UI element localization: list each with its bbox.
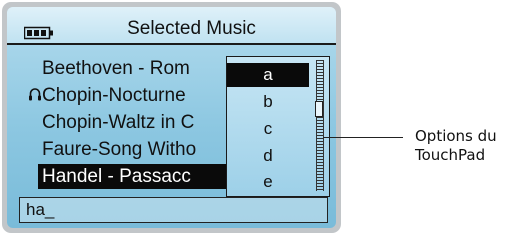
options-scrollbar[interactable] [316,60,324,191]
title-divider [7,43,336,45]
options-scroll-thumb[interactable] [315,101,323,117]
callout-line-2: TouchPad [415,146,486,164]
callout-label: Options du TouchPad [415,127,497,165]
device-screen: Selected Music Beethoven - Rom Chopin-No… [7,7,336,228]
option-letter-a[interactable]: a [227,63,309,87]
touchpad-options-panel[interactable]: a b c d e [226,56,330,197]
track-item-playing[interactable]: Chopin-Nocturne [38,83,242,108]
track-item[interactable]: Beethoven - Rom [38,56,242,81]
option-letter-d[interactable]: d [227,144,309,168]
battery-icon [24,26,53,40]
title-bar: Selected Music [7,7,336,43]
option-letter-c[interactable]: c [227,117,309,141]
option-letter-e[interactable]: e [227,170,309,194]
track-item-selected[interactable]: Handel - Passacc [38,164,229,189]
search-input-value: ha_ [26,200,55,219]
search-input[interactable]: ha_ [19,197,328,223]
track-item[interactable]: Faure-Song Witho [38,137,242,162]
option-letter-b[interactable]: b [227,90,309,114]
screen-title: Selected Music [127,18,256,39]
callout-line-1: Options du [415,127,497,145]
callout-leader-line [323,137,403,138]
track-item[interactable]: Chopin-Waltz in C [38,110,242,135]
device-frame: Selected Music Beethoven - Rom Chopin-No… [2,2,341,233]
